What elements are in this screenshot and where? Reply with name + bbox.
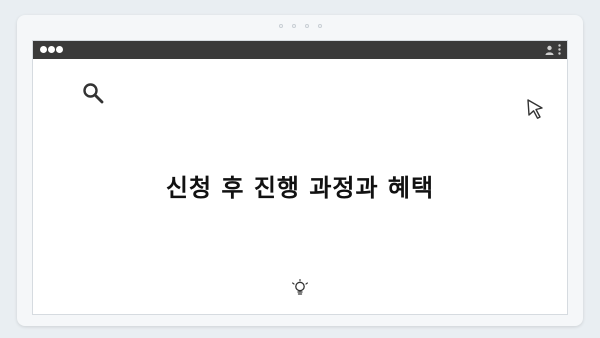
window-titlebar xyxy=(33,41,567,59)
browser-window: 신청 후 진행 과정과 혜택 xyxy=(32,40,568,315)
pager xyxy=(17,24,583,28)
pager-dot[interactable] xyxy=(317,24,322,28)
pager-dot[interactable] xyxy=(304,24,309,28)
window-control-dot[interactable] xyxy=(56,46,63,53)
cursor-icon xyxy=(527,99,543,119)
slide-frame: 신청 후 진행 과정과 혜택 xyxy=(17,15,583,326)
window-control-dot[interactable] xyxy=(48,46,55,53)
lightbulb-icon xyxy=(292,279,308,295)
search-icon[interactable] xyxy=(81,81,105,105)
window-content: 신청 후 진행 과정과 혜택 xyxy=(33,59,567,315)
window-control-dot[interactable] xyxy=(40,46,47,53)
page-title: 신청 후 진행 과정과 혜택 xyxy=(165,174,435,202)
pager-dot[interactable] xyxy=(291,24,296,28)
titlebar-actions xyxy=(545,44,561,55)
more-vertical-icon[interactable] xyxy=(558,44,561,55)
user-icon[interactable] xyxy=(545,45,554,55)
pager-dot[interactable] xyxy=(278,24,283,28)
